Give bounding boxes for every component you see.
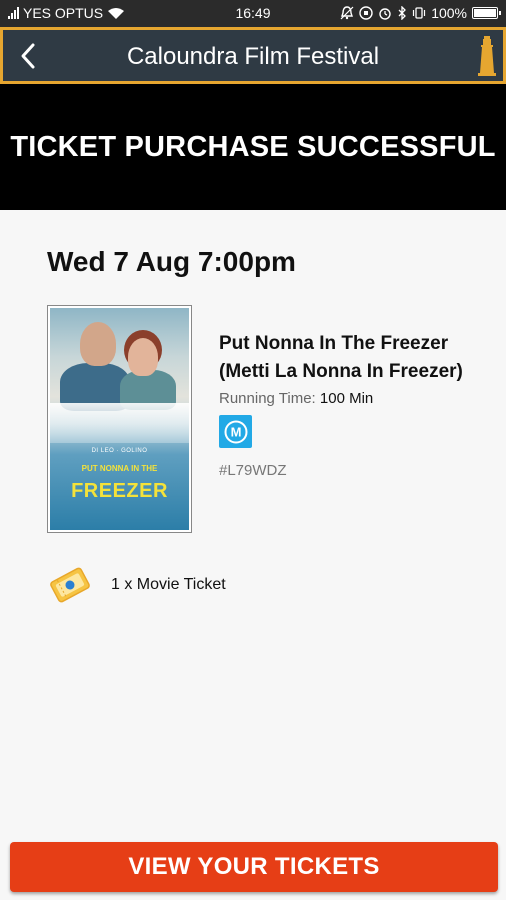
ticket-summary: 1 x Movie Ticket	[47, 562, 226, 608]
poster-figure	[80, 322, 116, 366]
rating-badge: M	[219, 415, 252, 448]
page-title: Caloundra Film Festival	[126, 43, 380, 70]
status-right: 100%	[340, 5, 501, 21]
view-tickets-button[interactable]: VIEW YOUR TICKETS	[10, 842, 498, 892]
rating-m-icon: M	[224, 420, 247, 443]
running-time: Running Time: 100 Min	[219, 390, 489, 407]
battery-percent: 100%	[431, 5, 467, 21]
vibrate-icon	[413, 7, 426, 19]
running-time-value: 100 Min	[319, 390, 374, 407]
session-datetime: Wed 7 Aug 7:00pm	[47, 246, 296, 277]
app-bar: Caloundra Film Festival	[0, 27, 506, 84]
movie-poster: DI LEO · GOLINO PUT NONNA IN THE FREEZER	[47, 305, 192, 533]
success-message: TICKET PURCHASE SUCCESSFUL	[10, 130, 496, 163]
poster-credits: DI LEO · GOLINO	[91, 448, 148, 454]
booking-reference: #L79WDZ	[219, 462, 287, 479]
success-banner: TICKET PURCHASE SUCCESSFUL	[0, 84, 506, 210]
status-bar: YES OPTUS 16:49 100%	[0, 0, 506, 27]
lighthouse-icon	[478, 36, 496, 76]
bluetooth-icon	[398, 6, 407, 20]
alarm-icon	[379, 8, 391, 20]
poster-ice	[50, 403, 189, 443]
battery-fill	[474, 9, 496, 17]
poster-art: DI LEO · GOLINO PUT NONNA IN THE FREEZER	[50, 308, 189, 530]
poster-title: FREEZER	[71, 480, 168, 502]
battery-icon	[472, 7, 501, 19]
poster-subtitle: PUT NONNA IN THE	[81, 464, 158, 473]
ticket-count: 1 x Movie Ticket	[111, 576, 226, 593]
mute-bell-icon	[340, 6, 354, 20]
rating-letter: M	[230, 424, 241, 439]
movie-title: Put Nonna In The Freezer (Metti La Nonna…	[219, 333, 463, 382]
running-time-label: Running Time:	[219, 390, 316, 407]
ticket-icon	[50, 567, 90, 603]
poster-figure	[128, 338, 158, 376]
data-saver-icon	[359, 6, 373, 20]
movie-info: Put Nonna In The Freezer (Metti La Nonna…	[219, 330, 489, 479]
